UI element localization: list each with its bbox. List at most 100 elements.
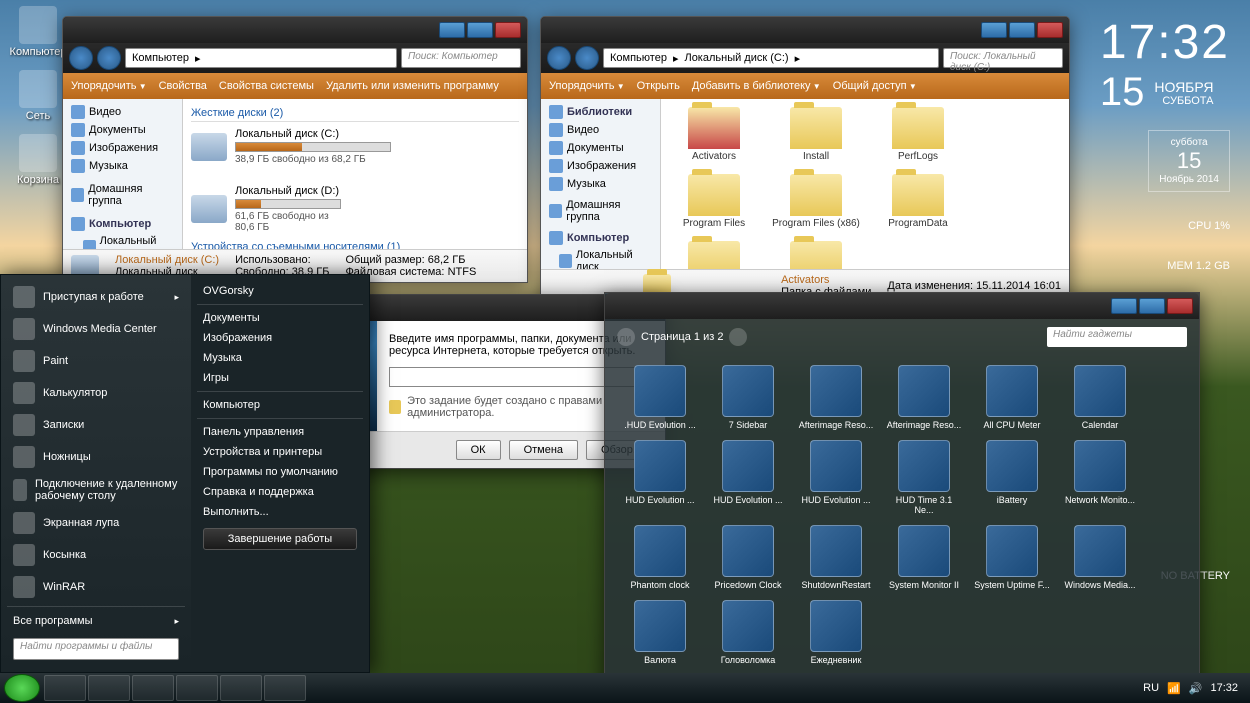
folder-item[interactable]: ProgramData xyxy=(873,174,963,229)
folder-item[interactable]: PerfLogs xyxy=(873,107,963,162)
shutdown-button[interactable]: Завершение работы xyxy=(203,528,357,550)
sidebar-item-computer[interactable]: Компьютер xyxy=(67,215,178,233)
start-program-item[interactable]: Калькулятор xyxy=(7,377,185,409)
back-button[interactable] xyxy=(547,46,571,70)
maximize-button[interactable] xyxy=(467,22,493,38)
folder-item[interactable]: W7P_Backups xyxy=(669,241,759,269)
start-place-item[interactable]: Справка и поддержка xyxy=(197,482,363,502)
gadget-item[interactable]: HUD Evolution ... xyxy=(709,440,787,515)
start-program-item[interactable]: Paint xyxy=(7,345,185,377)
taskbar[interactable]: RU 📶 🔊 17:32 xyxy=(0,673,1250,703)
start-program-item[interactable]: Ножницы xyxy=(7,441,185,473)
minimize-button[interactable] xyxy=(439,22,465,38)
cancel-button[interactable]: Отмена xyxy=(509,440,578,460)
gadget-item[interactable]: Afterimage Reso... xyxy=(797,365,875,430)
start-program-item[interactable]: Подключение к удаленному рабочему столу xyxy=(7,473,185,507)
gadget-item[interactable]: Windows Media... xyxy=(1061,525,1139,590)
gadget-item[interactable]: 7 Sidebar xyxy=(709,365,787,430)
gadget-item[interactable]: Головоломка xyxy=(709,600,787,665)
network-icon[interactable]: 📶 xyxy=(1167,682,1181,695)
gadget-item[interactable]: Валюта xyxy=(621,600,699,665)
next-page-button[interactable] xyxy=(729,328,747,346)
gadget-item[interactable]: System Monitor II xyxy=(885,525,963,590)
gadget-item[interactable]: ShutdownRestart xyxy=(797,525,875,590)
gadget-item[interactable]: iBattery xyxy=(973,440,1051,515)
folder-item[interactable]: Activators xyxy=(669,107,759,162)
search-input[interactable]: Поиск: Локальный диск (C:) xyxy=(943,48,1063,68)
taskbar-ie[interactable] xyxy=(44,675,86,701)
tray-clock[interactable]: 17:32 xyxy=(1210,682,1238,694)
gadgets-search[interactable]: Найти гаджеты xyxy=(1047,327,1187,347)
explorer-window-computer[interactable]: Компьютер ▸ Поиск: Компьютер Упорядочить… xyxy=(62,16,528,283)
start-button[interactable] xyxy=(4,674,40,702)
taskbar-run[interactable] xyxy=(264,675,306,701)
start-place-item[interactable]: Компьютер xyxy=(197,395,363,415)
sidebar-item[interactable]: Документы xyxy=(545,139,656,157)
open-button[interactable]: Открыть xyxy=(637,80,680,92)
start-place-item[interactable]: OVGorsky xyxy=(197,281,363,301)
sidebar-item[interactable]: Локальный диск xyxy=(545,247,656,269)
folder-item[interactable]: Windows xyxy=(771,241,861,269)
taskbar-app[interactable] xyxy=(220,675,262,701)
drive-d[interactable]: Локальный диск (D:) 61,6 ГБ свободно из … xyxy=(191,185,341,233)
content-pane[interactable]: ActivatorsInstallPerfLogsProgram FilesPr… xyxy=(661,99,1069,269)
start-place-item[interactable]: Выполнить... xyxy=(197,502,363,522)
start-program-item[interactable]: Записки xyxy=(7,409,185,441)
folder-item[interactable]: Install xyxy=(771,107,861,162)
sidebar-item[interactable]: Домашняя группа xyxy=(67,181,178,209)
sidebar-item[interactable]: Музыка xyxy=(67,157,178,175)
start-place-item[interactable]: Изображения xyxy=(197,328,363,348)
ok-button[interactable]: ОК xyxy=(456,440,501,460)
group-header[interactable]: Жесткие диски (2) xyxy=(191,107,519,122)
titlebar[interactable] xyxy=(605,293,1199,319)
titlebar[interactable] xyxy=(541,17,1069,43)
sidebar-item[interactable]: Видео xyxy=(67,103,178,121)
properties-button[interactable]: Свойства xyxy=(159,80,207,92)
maximize-button[interactable] xyxy=(1009,22,1035,38)
system-tray[interactable]: RU 📶 🔊 17:32 xyxy=(1143,682,1246,695)
start-program-item[interactable]: Windows Media Center xyxy=(7,313,185,345)
nav-pane[interactable]: Видео Документы Изображения Музыка Домаш… xyxy=(63,99,183,249)
gadget-item[interactable]: Afterimage Reso... xyxy=(885,365,963,430)
language-indicator[interactable]: RU xyxy=(1143,682,1159,694)
desktop-icon-computer[interactable]: Компьютер xyxy=(8,6,68,58)
start-program-item[interactable]: WinRAR xyxy=(7,571,185,603)
gadget-item[interactable]: Pricedown Clock xyxy=(709,525,787,590)
taskbar-app[interactable] xyxy=(176,675,218,701)
desktop-icon-trash[interactable]: Корзина xyxy=(8,134,68,186)
close-button[interactable] xyxy=(1167,298,1193,314)
start-place-item[interactable]: Программы по умолчанию xyxy=(197,462,363,482)
start-program-item[interactable]: Приступая к работе xyxy=(7,281,185,313)
sidebar-item[interactable]: Изображения xyxy=(67,139,178,157)
system-props-button[interactable]: Свойства системы xyxy=(219,80,314,92)
organize-menu[interactable]: Упорядочить xyxy=(549,80,625,92)
start-program-item[interactable]: Экранная лупа xyxy=(7,507,185,539)
address-bar[interactable]: Компьютер ▸ Локальный диск (C:) ▸ xyxy=(603,48,939,68)
folder-item[interactable]: Program Files (x86) xyxy=(771,174,861,229)
drive-c[interactable]: Локальный диск (C:) 38,9 ГБ свободно из … xyxy=(191,128,391,165)
uninstall-button[interactable]: Удалить или изменить программу xyxy=(326,80,499,92)
taskbar-media[interactable] xyxy=(132,675,174,701)
gadget-item[interactable]: Calendar xyxy=(1061,365,1139,430)
explorer-window-drive-c[interactable]: Компьютер ▸ Локальный диск (C:) ▸ Поиск:… xyxy=(540,16,1070,303)
sidebar-item[interactable]: Компьютер xyxy=(545,229,656,247)
desktop-icon-network[interactable]: Сеть xyxy=(8,70,68,122)
minimize-button[interactable] xyxy=(1111,298,1137,314)
group-header[interactable]: Устройства со съемными носителями (1) xyxy=(191,241,519,249)
volume-icon[interactable]: 🔊 xyxy=(1189,682,1203,695)
share-menu[interactable]: Общий доступ xyxy=(833,80,917,92)
start-place-item[interactable]: Музыка xyxy=(197,348,363,368)
sidebar-item[interactable]: Видео xyxy=(545,121,656,139)
nav-pane[interactable]: Библиотеки Видео Документы Изображения М… xyxy=(541,99,661,269)
sidebar-item[interactable]: Домашняя группа xyxy=(545,197,656,225)
gadget-item[interactable]: Phantom clock xyxy=(621,525,699,590)
library-menu[interactable]: Добавить в библиотеку xyxy=(692,80,821,92)
sidebar-item[interactable]: Изображения xyxy=(545,157,656,175)
prev-page-button[interactable] xyxy=(617,328,635,346)
forward-button[interactable] xyxy=(575,46,599,70)
gadget-item[interactable]: Network Monito... xyxy=(1061,440,1139,515)
gadget-item[interactable]: System Uptime F... xyxy=(973,525,1051,590)
address-bar[interactable]: Компьютер ▸ xyxy=(125,48,397,68)
gadget-item[interactable]: HUD Time 3.1 Ne... xyxy=(885,440,963,515)
back-button[interactable] xyxy=(69,46,93,70)
